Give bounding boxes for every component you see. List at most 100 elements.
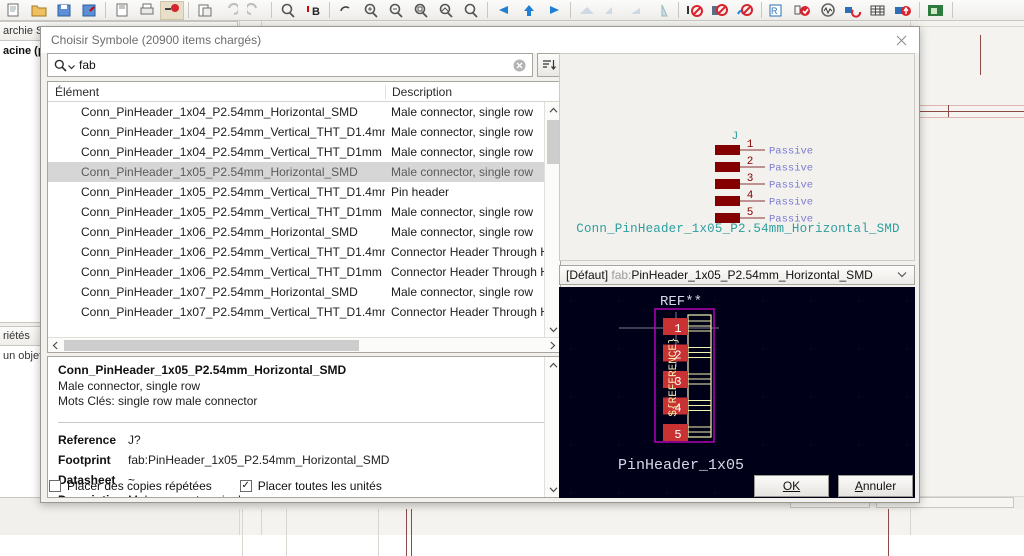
tree-horizontal-scrollbar[interactable] <box>48 337 560 352</box>
table-row[interactable]: Conn_PinHeader_1x04_P2.54mm_Vertical_THT… <box>48 142 560 162</box>
toolbar-flip-icon[interactable] <box>650 1 674 20</box>
search-icon[interactable] <box>48 59 79 72</box>
table-row[interactable]: Conn_PinHeader_1x06_P2.54mm_Horizontal_S… <box>48 222 560 242</box>
dialog-right-column: 1Passive2Passive3Passive4Passive5Passive… <box>559 53 915 498</box>
toolbar-replace-icon[interactable]: B <box>301 1 325 20</box>
cancel-button-label: Annuler <box>855 479 896 493</box>
toolbar-bom-icon[interactable] <box>733 1 757 20</box>
grid-dot <box>570 300 571 301</box>
column-header-description[interactable]: Description <box>385 85 560 99</box>
clear-icon[interactable] <box>509 55 529 75</box>
search-input[interactable] <box>79 55 509 75</box>
toolbar-erc-icon[interactable] <box>708 1 732 20</box>
symbol-name-cell: Conn_PinHeader_1x04_P2.54mm_Horizontal_S… <box>48 105 385 119</box>
symbol-pin-number: 4 <box>747 190 754 202</box>
chevron-left-icon[interactable] <box>48 338 63 352</box>
footprint-preview-canvas[interactable]: 12345 ${REFERENCE} REF** PinHeader_1x05 <box>559 287 915 498</box>
sort-descending-icon[interactable] <box>537 53 561 77</box>
grid-dot <box>762 444 763 445</box>
chevron-up-icon[interactable] <box>545 102 560 118</box>
table-row[interactable]: Conn_PinHeader_1x04_P2.54mm_Vertical_THT… <box>48 122 560 142</box>
symbol-name-cell: Conn_PinHeader_1x05_P2.54mm_Vertical_THT… <box>48 185 385 199</box>
symbol-description-cell: Male connector, single row <box>385 105 560 119</box>
schematic-wire <box>980 35 981 75</box>
column-header-element[interactable]: Élément <box>48 85 385 99</box>
schematic-wire <box>910 111 1024 112</box>
chevron-right-icon[interactable] <box>545 338 560 352</box>
search-box[interactable] <box>47 53 533 77</box>
toolbar-zoom-out-icon[interactable] <box>384 1 408 20</box>
toolbar-check-icon[interactable] <box>791 1 815 20</box>
toolbar-print-icon[interactable] <box>135 1 159 20</box>
symbol-name-cell: Conn_PinHeader_1x04_P2.54mm_Vertical_THT… <box>48 125 385 139</box>
table-row[interactable]: Conn_PinHeader_1x05_P2.54mm_Horizontal_S… <box>48 162 560 182</box>
toolbar-mirror-h-icon[interactable] <box>575 1 599 20</box>
grid-dot <box>810 396 811 397</box>
table-row[interactable]: Conn_PinHeader_1x06_P2.54mm_Vertical_THT… <box>48 262 560 282</box>
grid-dot <box>858 300 859 301</box>
checkbox-box[interactable] <box>49 480 61 492</box>
table-row[interactable]: Conn_PinHeader_1x04_P2.54mm_Horizontal_S… <box>48 102 560 122</box>
footprint-select[interactable]: [Défaut] fab:PinHeader_1x05_P2.54mm_Hori… <box>559 265 915 285</box>
symbol-pin-body <box>715 162 740 172</box>
toolbar-mirror-v-icon[interactable] <box>600 1 624 20</box>
checkbox-box[interactable]: ✓ <box>240 480 252 492</box>
toolbar-find-icon[interactable] <box>276 1 300 20</box>
table-row[interactable]: Conn_PinHeader_1x05_P2.54mm_Vertical_THT… <box>48 202 560 222</box>
toolbar-refresh-icon[interactable] <box>334 1 358 20</box>
checkbox-place-repeated-copies[interactable]: Placer des copies répétées <box>49 479 212 493</box>
toolbar-zoom-page-icon[interactable] <box>434 1 458 20</box>
toolbar-nav-back-icon[interactable] <box>492 1 516 20</box>
toolbar-save-icon[interactable] <box>52 1 76 20</box>
toolbar-plot-icon[interactable] <box>160 1 184 20</box>
grid-dot <box>714 444 715 445</box>
chevron-down-icon[interactable] <box>897 270 907 280</box>
table-row[interactable]: Conn_PinHeader_1x05_P2.54mm_Vertical_THT… <box>48 182 560 202</box>
details-field-row: Footprintfab:PinHeader_1x05_P2.54mm_Hori… <box>58 453 550 467</box>
grid-dot <box>906 300 907 301</box>
toolbar-undo-icon[interactable] <box>218 1 242 20</box>
dialog-title: Choisir Symbole (20900 items chargés) <box>41 33 261 47</box>
grid-dot <box>906 444 907 445</box>
toolbar-open-icon[interactable] <box>27 1 51 20</box>
toolbar-simulator-icon[interactable] <box>816 1 840 20</box>
toolbar-import-icon[interactable] <box>891 1 915 20</box>
toolbar-page-settings-icon[interactable] <box>110 1 134 20</box>
toolbar-library-editor-icon[interactable] <box>924 1 948 20</box>
chevron-down-icon[interactable] <box>545 321 560 337</box>
symbol-name-cell: Conn_PinHeader_1x06_P2.54mm_Horizontal_S… <box>48 225 385 239</box>
toolbar-zoom-fit-icon[interactable] <box>409 1 433 20</box>
toolbar-run-pcbnew-icon[interactable]: R <box>766 1 790 20</box>
dialog-bottom-bar: Placer des copies répétées ✓ Placer tout… <box>41 470 921 502</box>
toolbar-new-icon[interactable] <box>2 1 26 20</box>
toolbar-zoom-selection-icon[interactable] <box>459 1 483 20</box>
table-row[interactable]: Conn_PinHeader_1x07_P2.54mm_Horizontal_S… <box>48 282 560 302</box>
search-row <box>47 53 561 77</box>
tree-horizontal-scroll-thumb[interactable] <box>64 340 359 351</box>
toolbar-rotate-icon[interactable] <box>625 1 649 20</box>
symbol-description-cell: Male connector, single row <box>385 225 560 239</box>
toolbar-separator <box>919 2 920 18</box>
toolbar-grid-icon[interactable] <box>866 1 890 20</box>
tree-vertical-scrollbar[interactable] <box>544 102 560 337</box>
toolbar-paste-icon[interactable] <box>193 1 217 20</box>
symbol-preview-canvas[interactable]: 1Passive2Passive3Passive4Passive5Passive… <box>559 53 915 261</box>
table-row[interactable]: Conn_PinHeader_1x06_P2.54mm_Vertical_THT… <box>48 242 560 262</box>
ok-button[interactable]: OK <box>754 475 829 497</box>
toolbar-netlist-icon[interactable] <box>841 1 865 20</box>
toolbar-save-as-icon[interactable] <box>77 1 101 20</box>
toolbar-zoom-in-icon[interactable] <box>359 1 383 20</box>
tree-vertical-scroll-thumb[interactable] <box>547 120 559 164</box>
table-row[interactable]: Conn_PinHeader_1x07_P2.54mm_Vertical_THT… <box>48 302 560 322</box>
panel-hierarchy-root-item[interactable]: acine (p <box>3 45 45 57</box>
toolbar-nav-forward-icon[interactable] <box>542 1 566 20</box>
toolbar-nav-up-icon[interactable] <box>517 1 541 20</box>
toolbar-annotate-icon[interactable] <box>683 1 707 20</box>
toolbar-redo-icon[interactable] <box>243 1 267 20</box>
cancel-button[interactable]: Annuler <box>838 475 913 497</box>
footprint-default-tag: [Défaut] <box>566 268 608 282</box>
close-icon[interactable] <box>883 27 919 53</box>
checkbox-place-all-units[interactable]: ✓ Placer toutes les unités <box>240 479 382 493</box>
grid-dot <box>858 396 859 397</box>
grid-dot <box>810 300 811 301</box>
